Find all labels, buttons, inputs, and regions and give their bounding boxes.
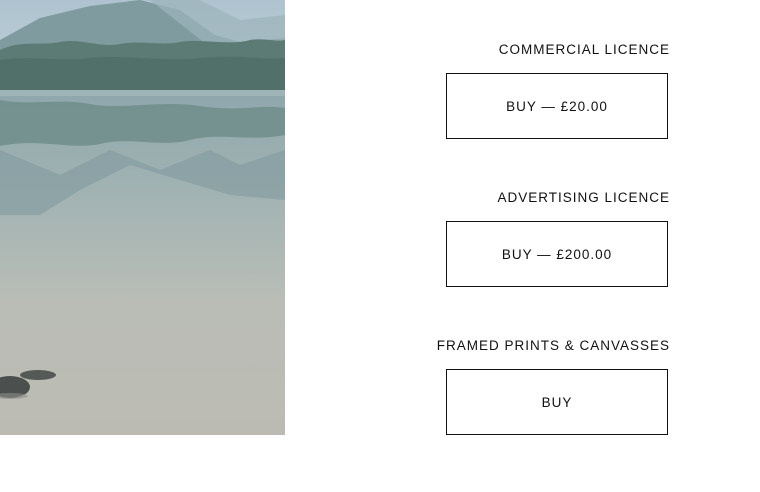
product-page: COMMERCIAL LICENCE BUY — £20.00 ADVERTIS… bbox=[0, 0, 760, 492]
framed-prints-title: FRAMED PRINTS & CANVASSES bbox=[436, 338, 670, 353]
buy-commercial-licence-button[interactable]: BUY — £20.00 bbox=[446, 73, 668, 139]
advertising-licence-title: ADVERTISING LICENCE bbox=[497, 190, 670, 205]
buy-advertising-licence-button[interactable]: BUY — £200.00 bbox=[446, 221, 668, 287]
licence-panel: COMMERCIAL LICENCE BUY — £20.00 ADVERTIS… bbox=[380, 0, 670, 492]
commercial-licence-title: COMMERCIAL LICENCE bbox=[498, 42, 670, 57]
buy-framed-prints-button[interactable]: BUY bbox=[446, 369, 668, 435]
lake-mountain-photo bbox=[0, 0, 285, 435]
